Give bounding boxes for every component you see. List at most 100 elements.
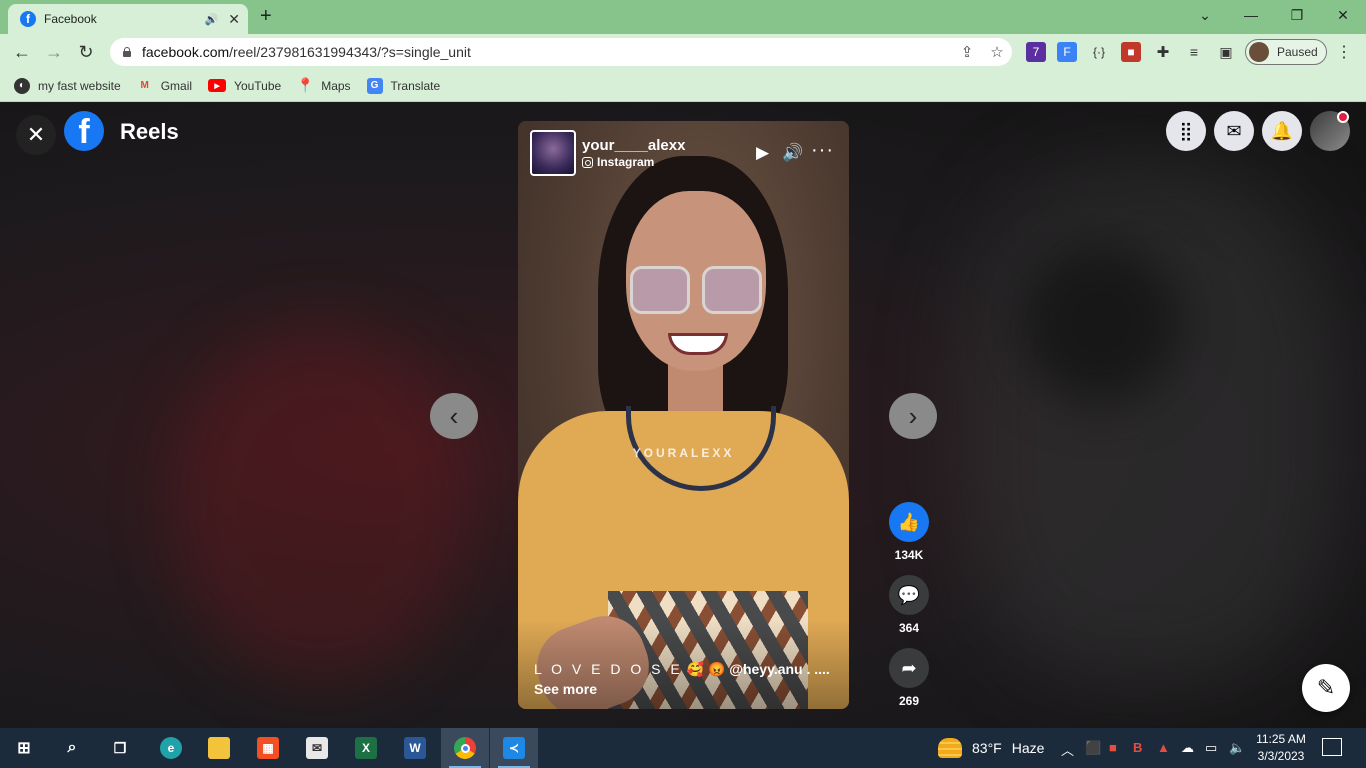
address-bar[interactable]: facebook.com/reel/237981631994343/?s=sin… <box>110 38 1012 66</box>
windows-start-icon[interactable]: ⊞ <box>0 728 48 768</box>
like-thumb-icon[interactable]: 👍 <box>889 502 929 542</box>
gmail-icon: M <box>140 80 149 91</box>
extensions-puzzle-icon[interactable]: ✚ <box>1153 42 1173 62</box>
share-count: 269 <box>898 694 920 708</box>
create-reel-edit-icon[interactable]: ✎ <box>1302 664 1350 712</box>
bookmarks-bar: ◐ my fast website M Gmail ▶ YouTube 📍 Ma… <box>0 70 1366 102</box>
bookmark-star-icon[interactable]: ☆ <box>982 43 1012 61</box>
tab-audio-icon[interactable]: 🔊 <box>205 13 219 26</box>
action-center-icon[interactable] <box>1322 738 1342 756</box>
instagram-icon <box>582 156 593 168</box>
profile-button[interactable]: Paused <box>1245 39 1327 65</box>
reel-author-avatar[interactable] <box>530 130 576 176</box>
more-options-icon[interactable]: ··· <box>811 139 834 162</box>
bookmark-youtube[interactable]: ▶ YouTube <box>208 79 281 93</box>
system-clock[interactable]: 11:25 AM 3/3/2023 <box>1250 731 1312 765</box>
reel-video[interactable]: YOURALEXX your____alexx Instagram ▶ 🔊 ··… <box>518 121 849 709</box>
forward-button[interactable]: → <box>42 40 66 64</box>
media-control-icon[interactable]: ≡ <box>1184 42 1204 62</box>
profile-status-label: Paused <box>1277 45 1318 59</box>
facebook-favicon-icon: f <box>20 11 36 27</box>
profile-avatar <box>1249 42 1269 62</box>
background-blur <box>170 323 470 683</box>
reload-button[interactable]: ↻ <box>74 40 98 64</box>
browser-tab-facebook[interactable]: f Facebook 🔊 ✕ <box>8 4 248 34</box>
tab-close-icon[interactable]: ✕ <box>228 11 240 28</box>
youtube-icon: ▶ <box>208 79 227 92</box>
new-tab-button[interactable]: + <box>260 6 272 26</box>
network-icon[interactable]: ▭ <box>1205 740 1217 756</box>
extension-icon-record[interactable]: ■ <box>1121 42 1141 62</box>
facebook-logo-icon[interactable]: f <box>64 111 104 151</box>
background-blur <box>1020 243 1180 403</box>
mail-icon[interactable]: ✉ <box>293 728 341 768</box>
restore-button[interactable]: ❐ <box>1274 0 1320 30</box>
weather-widget[interactable]: 83°F Haze <box>938 728 1044 768</box>
bookmark-gmail[interactable]: M Gmail <box>137 78 193 94</box>
lock-icon[interactable] <box>122 47 132 57</box>
share-action[interactable]: ➦ 269 <box>889 648 929 708</box>
reel-source: Instagram <box>582 155 685 169</box>
task-view-icon[interactable]: ❐ <box>96 728 144 768</box>
side-panel-icon[interactable]: ▣ <box>1216 42 1236 62</box>
browser-tab-strip: f Facebook 🔊 ✕ + ⌄ — ❐ ✕ <box>0 0 1366 34</box>
background-blur <box>960 163 1340 683</box>
search-icon[interactable]: ⌕ <box>48 728 96 768</box>
reel-caption[interactable]: L O V E D O S E 🥰 😡 @heyy.anu . .... See… <box>534 659 834 699</box>
speaker-icon[interactable]: 🔈 <box>1229 740 1245 756</box>
comment-icon[interactable]: 💬 <box>889 575 929 615</box>
onedrive-icon[interactable]: ☁ <box>1181 740 1194 756</box>
menu-grid-icon[interactable]: ⣿ <box>1166 111 1206 151</box>
tray-app-icon[interactable]: ⬛ <box>1085 740 1101 756</box>
word-icon[interactable]: W <box>391 728 439 768</box>
tab-search-chevron-icon[interactable]: ⌄ <box>1182 0 1228 30</box>
tray-overflow-chevron-icon[interactable]: ︿ <box>1061 740 1074 759</box>
minimize-button[interactable]: — <box>1228 0 1274 30</box>
url-text[interactable]: facebook.com/reel/237981631994343/?s=sin… <box>142 44 952 60</box>
maps-icon: 📍 <box>296 77 314 93</box>
previous-reel-button[interactable]: ‹ <box>430 393 478 439</box>
reels-viewport: ✕ f Reels ⣿ ✉ 🔔 YOURALEXX your____alexx … <box>0 103 1366 728</box>
edge-icon[interactable]: e <box>147 728 195 768</box>
extension-icon-code[interactable]: {·} <box>1089 42 1109 62</box>
messenger-icon[interactable]: ✉ <box>1214 111 1254 151</box>
globe-icon: ◐ <box>14 77 30 94</box>
bookmark-translate[interactable]: G Translate <box>366 77 440 94</box>
bookmark-my-fast-website[interactable]: ◐ my fast website <box>14 77 121 94</box>
browser-menu-icon[interactable]: ⋮ <box>1336 42 1352 62</box>
tray-b-icon[interactable]: B <box>1133 740 1142 755</box>
share-icon[interactable]: ⇪ <box>952 43 982 61</box>
page-title: Reels <box>120 119 179 144</box>
windows-taskbar: ⊞ ⌕ ❐ e ▦ ✉ X W ≺ 83°F Haze ︿ ⬛ ■ B ▲ ☁ … <box>0 728 1366 768</box>
file-explorer-icon[interactable] <box>195 728 243 768</box>
vscode-icon[interactable]: ≺ <box>490 728 538 768</box>
tab-title: Facebook <box>44 12 97 26</box>
browser-toolbar: ← → ↻ facebook.com/reel/237981631994343/… <box>0 34 1366 70</box>
tray-acrobat-icon[interactable]: ▲ <box>1157 740 1170 755</box>
tray-antivirus-icon[interactable]: ■ <box>1109 740 1117 755</box>
extension-icon-translate[interactable]: F <box>1057 42 1077 62</box>
next-reel-button[interactable]: › <box>889 393 937 439</box>
notifications-bell-icon[interactable]: 🔔 <box>1262 111 1302 151</box>
back-button[interactable]: ← <box>10 40 34 64</box>
translate-icon: G <box>366 77 383 94</box>
like-action[interactable]: 👍 134K <box>889 502 929 562</box>
chrome-icon[interactable] <box>441 728 489 768</box>
comment-count: 364 <box>898 621 920 635</box>
comment-action[interactable]: 💬 364 <box>889 575 929 635</box>
notification-dot <box>1337 111 1349 123</box>
bookmark-maps[interactable]: 📍 Maps <box>296 77 350 94</box>
extension-icon-badge[interactable]: 7 <box>1026 42 1046 62</box>
excel-icon[interactable]: X <box>342 728 390 768</box>
close-window-button[interactable]: ✕ <box>1320 0 1366 30</box>
like-count: 134K <box>894 548 924 562</box>
play-icon[interactable]: ▶ <box>756 143 769 163</box>
microsoft-store-icon[interactable]: ▦ <box>244 728 292 768</box>
volume-icon[interactable]: 🔊 <box>782 143 803 163</box>
close-reels-button[interactable]: ✕ <box>16 115 56 155</box>
reel-author-name[interactable]: your____alexx <box>582 137 685 155</box>
glasses <box>630 266 765 316</box>
video-watermark: YOURALEXX <box>632 446 735 460</box>
share-arrow-icon[interactable]: ➦ <box>889 648 929 688</box>
haze-weather-icon <box>938 738 962 758</box>
